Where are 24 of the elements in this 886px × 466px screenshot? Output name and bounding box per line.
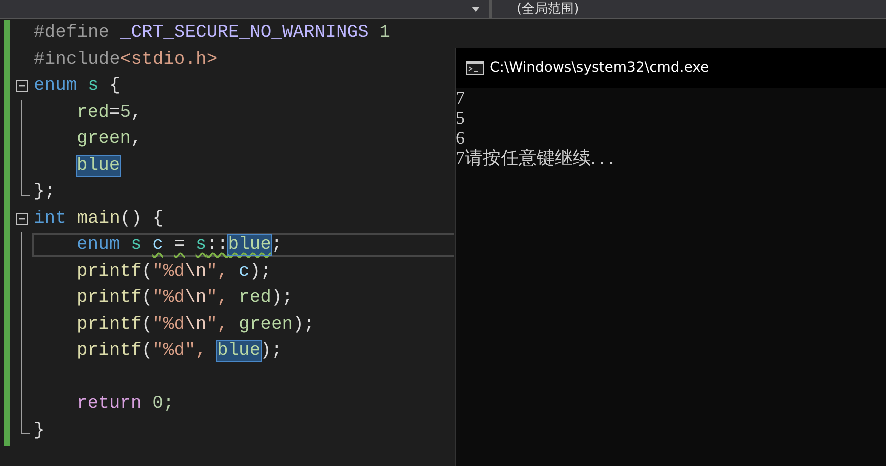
code-line: green, — [76, 128, 143, 152]
code-line: int main() { — [34, 208, 165, 231]
scope-dropdown[interactable]: (全局范围) — [517, 0, 580, 18]
console-output-line: 7 — [456, 88, 466, 108]
console-icon — [466, 61, 484, 75]
code-line: enum s c = s::blue; — [32, 233, 454, 258]
code-line: #include<stdio.h> — [34, 48, 219, 72]
console-output-line: 7请按任意键继续. . . — [456, 148, 614, 168]
console-output-line: 6 — [456, 128, 465, 148]
code-line: } — [34, 420, 46, 443]
console-output-line: 5 — [456, 108, 466, 128]
code-line: enum s { — [34, 75, 122, 98]
code-line: printf("%d\n", green); — [76, 314, 316, 337]
code-line: }; — [34, 181, 57, 204]
code-line: red=5, — [76, 102, 143, 125]
code-line: #define _CRT_SECURE_NO_WARNINGS 1 — [34, 22, 392, 46]
code-line: return 0; — [76, 393, 176, 416]
window-title: C:\Windows\system32\cmd.exe — [490, 60, 710, 76]
caret-icon[interactable] — [472, 6, 480, 12]
collapse-icon[interactable] — [16, 80, 28, 92]
code-line: printf("%d", blue); — [76, 340, 284, 364]
collapse-icon[interactable] — [16, 212, 28, 225]
code-line: printf("%d\n", c); — [76, 260, 272, 284]
code-line: printf("%d\n", red); — [76, 287, 294, 310]
